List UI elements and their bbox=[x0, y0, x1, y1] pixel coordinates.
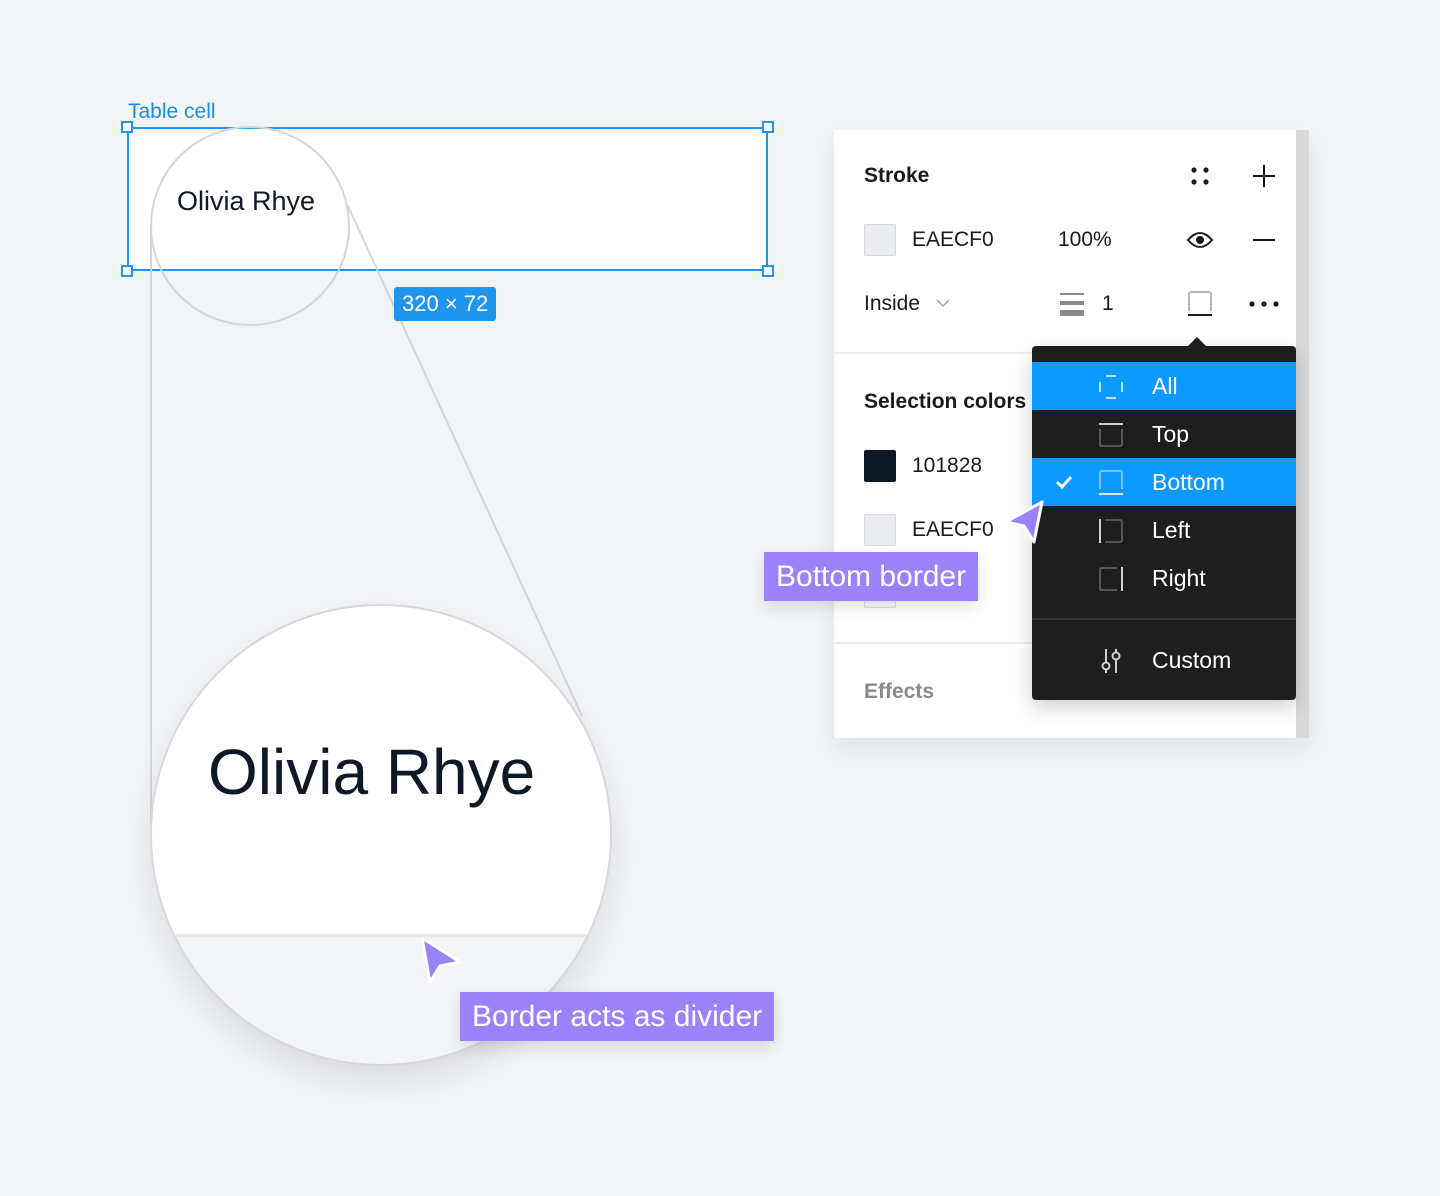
stroke-color-hex[interactable]: EAECF0 bbox=[912, 226, 994, 254]
magnified-bottom-border bbox=[152, 934, 610, 937]
cursor-icon bbox=[1002, 500, 1046, 544]
selection-color-swatch[interactable] bbox=[864, 450, 896, 482]
border-top-icon bbox=[1098, 422, 1124, 448]
resize-handle-bottom-left[interactable] bbox=[121, 265, 133, 277]
border-bottom-icon bbox=[1098, 470, 1124, 496]
stroke-weight-value[interactable]: 1 bbox=[1102, 290, 1114, 318]
magnified-cell-text: Olivia Rhye bbox=[208, 736, 536, 808]
sliders-icon bbox=[1098, 648, 1124, 674]
border-all-icon bbox=[1098, 374, 1124, 400]
eye-icon[interactable] bbox=[1184, 226, 1216, 254]
selection-color-swatch[interactable] bbox=[864, 514, 896, 546]
dropdown-item-label: Top bbox=[1152, 421, 1190, 447]
border-right-icon bbox=[1098, 566, 1124, 592]
stroke-position-select[interactable]: Inside bbox=[864, 290, 920, 318]
dropdown-item-label: Right bbox=[1152, 565, 1206, 591]
resize-handle-top-left[interactable] bbox=[121, 121, 133, 133]
callout-bottom-border: Bottom border bbox=[764, 552, 979, 601]
dropdown-item-label: Left bbox=[1152, 517, 1191, 543]
selection-color-hex[interactable]: EAECF0 bbox=[912, 516, 994, 544]
stroke-weight-icon bbox=[1058, 290, 1086, 318]
minus-icon[interactable] bbox=[1250, 226, 1278, 254]
dropdown-item-all[interactable]: All bbox=[1032, 362, 1296, 410]
border-left-icon bbox=[1098, 518, 1124, 544]
checkmark-icon bbox=[1054, 472, 1074, 492]
panel-scrollbar[interactable] bbox=[1296, 130, 1309, 738]
grid-dots-icon[interactable] bbox=[1186, 162, 1214, 190]
more-horizontal-icon[interactable] bbox=[1248, 290, 1280, 318]
dropdown-item-label: Custom bbox=[1152, 647, 1232, 673]
cursor-icon bbox=[418, 936, 462, 984]
dropdown-item-right[interactable]: Right bbox=[1032, 554, 1296, 602]
border-bottom-icon[interactable] bbox=[1186, 290, 1214, 318]
dropdown-item-bottom[interactable]: Bottom bbox=[1032, 458, 1296, 506]
dropdown-item-label: Bottom bbox=[1152, 469, 1225, 495]
effects-heading: Effects bbox=[864, 680, 935, 703]
selection-color-hex[interactable]: 101828 bbox=[912, 452, 982, 480]
dropdown-item-custom[interactable]: Custom bbox=[1032, 636, 1296, 684]
stroke-color-swatch[interactable] bbox=[864, 224, 896, 256]
size-badge: 320 × 72 bbox=[394, 287, 497, 321]
callout-divider: Border acts as divider bbox=[460, 992, 775, 1041]
resize-handle-bottom-right[interactable] bbox=[762, 265, 774, 277]
chevron-down-icon[interactable] bbox=[934, 294, 952, 312]
stroke-heading: Stroke bbox=[864, 164, 930, 187]
frame-label[interactable]: Table cell bbox=[128, 98, 216, 126]
magnifier-source-circle bbox=[150, 126, 350, 326]
stroke-sides-dropdown: All Top Bottom Left Right Custom bbox=[1032, 346, 1296, 700]
selection-colors-heading: Selection colors bbox=[864, 390, 1027, 413]
plus-icon[interactable] bbox=[1250, 162, 1278, 190]
dropdown-separator bbox=[1032, 618, 1296, 620]
dropdown-item-top[interactable]: Top bbox=[1032, 410, 1296, 458]
stroke-opacity[interactable]: 100% bbox=[1058, 226, 1112, 254]
dropdown-item-left[interactable]: Left bbox=[1032, 506, 1296, 554]
dropdown-item-label: All bbox=[1152, 373, 1178, 399]
resize-handle-top-right[interactable] bbox=[762, 121, 774, 133]
